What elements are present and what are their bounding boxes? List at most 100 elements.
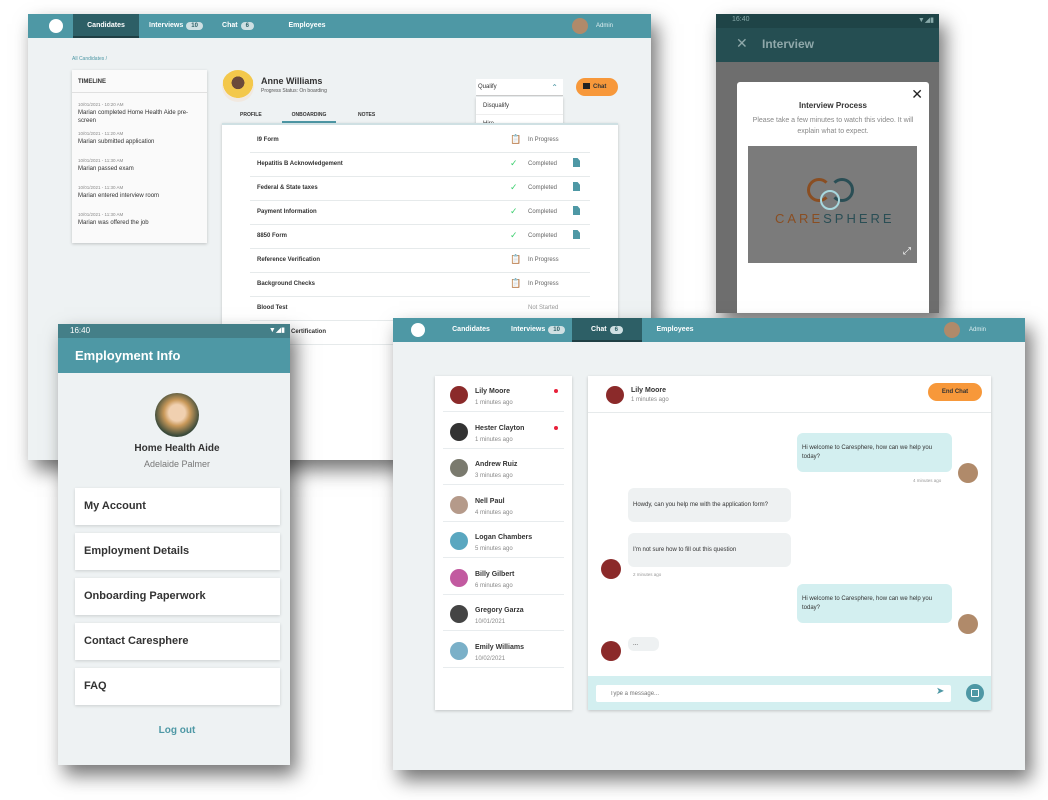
menu-faq[interactable]: FAQ [75,668,280,705]
progress-status: Progress Status: On boarding [261,88,327,94]
contact-name: Nell Paul [475,497,505,505]
admin-avatar[interactable] [572,18,588,34]
document-name: Payment Information [257,209,317,215]
menu-contact-caresphere[interactable]: Contact Caresphere [75,623,280,660]
document-icon[interactable] [573,230,580,239]
message-time: 2 minutes ago [633,572,662,577]
document-icon[interactable] [573,182,580,191]
onboarding-row[interactable]: Background Checks 📋 In Progress [250,273,590,297]
app-header: Employment Info [58,338,290,373]
menu-option-disqualify[interactable]: Disqualify [476,97,563,115]
nav-tab-interviews[interactable]: Interviews 10 [143,14,209,38]
timeline-event: 10/01/2021 - 11:30 AM Marian entered int… [78,185,203,200]
breadcrumb[interactable]: All Candidates / [72,56,107,62]
qualify-select[interactable]: Qualify ⌃ [476,79,563,96]
message-bubble: Howdy, can you help me with the applicat… [628,488,791,522]
employment-screen: 16:40 ▼◢▮ Employment Info Home Health Ai… [58,324,290,765]
nav-tab-interviews[interactable]: Interviews 10 [508,318,568,342]
logo-text-sphere: SPHERE [823,211,895,226]
job-title: Home Health Aide [134,443,220,454]
signal-battery-icon: ▼◢▮ [917,17,934,24]
contact-list: Lily Moore 1 minutes ago Hester Clayton … [435,376,572,710]
end-chat-button[interactable]: End Chat [928,383,982,401]
contact-time: 1 minutes ago [475,436,513,443]
contact-item[interactable]: Emily Williams 10/02/2021 [443,632,564,668]
status-bar: 16:40 ▼◢▮ [716,14,939,28]
check-icon: ✓ [510,158,518,168]
event-text: Marian submitted application [78,139,155,145]
chat-button[interactable]: Chat [576,78,618,96]
close-icon[interactable]: ✕ [736,35,748,52]
nav-tab-chat[interactable]: Chat 6 [572,318,642,342]
onboarding-row[interactable]: Reference Verification 📋 In Progress [250,249,590,273]
contact-time: 1 minutes ago [475,400,513,406]
contact-item[interactable]: Gregory Garza 10/01/2021 [443,595,564,631]
message-bubble: ... [628,637,659,651]
chevron-up-icon: ⌃ [551,83,558,92]
menu-onboarding-paperwork[interactable]: Onboarding Paperwork [75,578,280,615]
contact-time: 4 minutes ago [475,509,513,516]
nav-tab-employees[interactable]: Employees [280,14,334,38]
admin-avatar[interactable] [944,322,960,338]
logout-link[interactable]: Log out [58,725,290,736]
caresphere-logo [411,323,425,337]
event-text: Marian was offered the job [78,220,149,226]
message-text: Hi welcome to Caresphere, how can we hel… [802,444,933,460]
header-title: Interview [762,37,815,51]
clipboard-icon: 📋 [510,254,522,264]
onboarding-row[interactable]: Federal & State taxes ✓ Completed [250,177,590,201]
nav-tab-chat[interactable]: Chat 6 [213,14,263,38]
contact-item[interactable]: Billy Gilbert 6 minutes ago [443,559,564,595]
contact-item[interactable]: Hester Clayton 1 minutes ago [443,413,564,449]
sender-avatar [958,614,978,634]
count-badge: 6 [609,326,623,334]
interview-screen: 16:40 ▼◢▮ ✕ Interview ✕ Interview Proces… [716,14,939,313]
document-name: Federal & State taxes [257,185,318,191]
timeline-card: TIMELINE 10/01/2021 - 10:20 AM Marian co… [72,70,207,243]
menu-my-account[interactable]: My Account [75,488,280,525]
timeline-title: TIMELINE [78,79,106,85]
contact-time: 1 minutes ago [631,397,669,403]
admin-label[interactable]: Admin [596,23,613,29]
image-upload-button[interactable] [966,684,984,702]
contact-item[interactable]: Nell Paul 4 minutes ago [443,486,564,522]
contact-item[interactable]: Andrew Ruiz 3 minutes ago [443,449,564,485]
event-time: 10/01/2021 - 11:20 AM [78,131,124,136]
fullscreen-icon[interactable]: ⤢ [903,246,911,257]
nav-label: Interviews [511,326,546,333]
contact-time: 3 minutes ago [475,473,513,479]
nav-label: Interviews [149,22,184,29]
contact-name: Andrew Ruiz [475,461,518,468]
contact-time: 6 minutes ago [475,582,513,589]
document-icon[interactable] [573,206,580,215]
nav-tab-candidates[interactable]: Candidates [441,318,501,342]
document-icon[interactable] [573,158,580,167]
contact-item[interactable]: Lily Moore 1 minutes ago [443,376,564,412]
contact-item[interactable]: Logan Chambers 5 minutes ago [443,522,564,558]
send-icon[interactable]: ➤ [936,686,944,697]
modal-text: Please take a few minutes to watch this … [752,117,914,135]
admin-label[interactable]: Admin [969,327,986,333]
nav-tab-employees[interactable]: Employees [651,318,699,342]
message-bubble: Hi welcome to Caresphere, how can we hel… [797,584,952,623]
modal-title: Interview Process [798,101,868,110]
video-player[interactable]: CARESPHERE ⤢ [748,146,917,263]
nav-tab-candidates[interactable]: Candidates [73,14,139,38]
message-input[interactable] [596,685,951,702]
onboarding-row[interactable]: 8850 Form ✓ Completed [250,225,590,249]
onboarding-row[interactable]: I9 Form 📋 In Progress [250,129,590,153]
tab-notes[interactable]: NOTES [358,112,375,118]
onboarding-row[interactable]: Hepatitis B Acknowledgement ✓ Completed [250,153,590,177]
onboarding-row[interactable]: Payment Information ✓ Completed [250,201,590,225]
menu-employment-details[interactable]: Employment Details [75,533,280,570]
document-name: Reference Verification [257,257,321,263]
clipboard-icon: 📋 [510,278,522,288]
contact-avatar [450,605,468,623]
contact-avatar [450,641,468,660]
status-bar: 16:40 ▼◢▮ [58,324,290,338]
app-header: ✕ Interview [716,28,939,62]
tab-onboarding[interactable]: ONBOARDING [282,112,336,123]
contact-avatar [450,422,468,441]
status-time: 16:40 [70,326,91,335]
tab-profile[interactable]: PROFILE [240,112,262,118]
